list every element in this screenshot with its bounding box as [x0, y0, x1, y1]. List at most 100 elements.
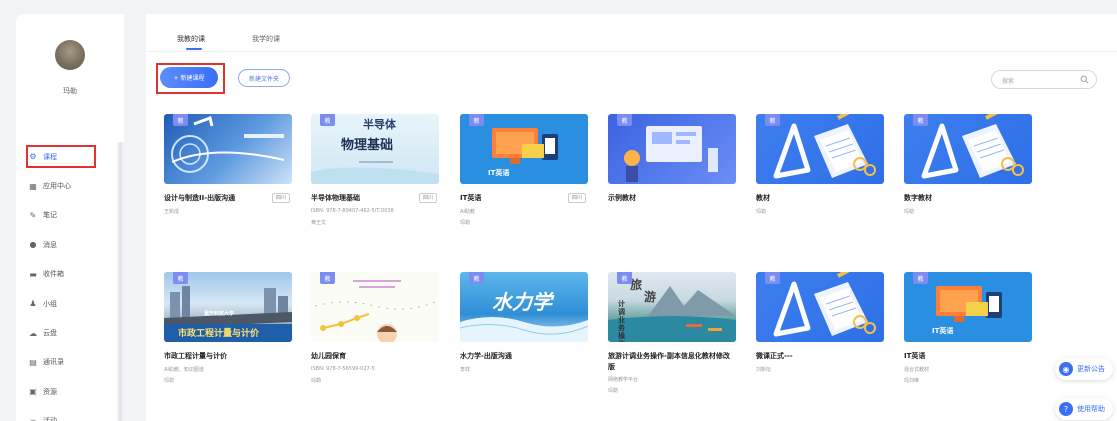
course-meta: AI助教	[460, 209, 475, 215]
sidebar-item[interactable]: ✎ 笔记	[16, 201, 124, 230]
course-card[interactable]: 教微课正式--- 刘新坛	[756, 272, 884, 373]
sidebar-scrollbar[interactable]	[117, 142, 124, 421]
teacher-tag: 教	[469, 272, 484, 284]
sidebar-item[interactable]: ● 消息	[16, 230, 124, 259]
sidebar-item-label: 收件箱	[43, 270, 64, 279]
sidebar-item-label: 活动	[43, 416, 57, 421]
course-title[interactable]: 幼儿园保育	[311, 351, 346, 362]
apps-icon: ▦	[29, 181, 37, 191]
teacher-tag: 教	[765, 114, 780, 126]
avatar[interactable]	[55, 40, 85, 70]
thumb-title: 水力学	[492, 290, 552, 314]
help-button[interactable]: ? 使用帮助	[1055, 398, 1113, 420]
course-title[interactable]: 半导体物理基础	[311, 193, 360, 204]
cloud-icon: ☁	[29, 328, 37, 338]
tab-learning[interactable]: 我学的课	[252, 34, 280, 44]
course-badge: 四川	[271, 193, 290, 203]
course-badge: 四川	[418, 193, 437, 203]
course-meta: AI助教、知识图谱	[164, 367, 204, 373]
course-card[interactable]: IT英语 教 IT英语混合式教材玛刘维	[904, 272, 1032, 384]
tab-active-indicator	[186, 48, 202, 50]
course-meta: 玛勒	[608, 388, 619, 394]
course-card[interactable]: 教设计与制造II-出版沟通 四川王新成	[164, 114, 292, 215]
search-placeholder: 搜索	[1002, 78, 1015, 85]
sidebar-item-label: 通讯录	[43, 358, 64, 367]
course-card[interactable]: IT英语教 IT英语 四川 AI助教 玛勒	[460, 114, 588, 226]
username: 玛勒	[63, 87, 77, 95]
sidebar-item-label: 云盘	[43, 329, 57, 338]
announcement-icon: ◉	[1059, 362, 1073, 376]
course-meta: 玛勒	[164, 378, 175, 384]
sidebar-item[interactable]: ≡ 活动	[16, 407, 124, 421]
teacher-tag: 教	[320, 272, 335, 284]
course-meta: 玛勒	[756, 209, 767, 215]
course-title[interactable]: 市政工程计量与计价	[164, 351, 227, 362]
pen-icon: ✎	[29, 210, 37, 220]
course-card[interactable]: 旅 游 计调业务操作教旅游计调业务操作-副本信息化教材修改版网络教学平台玛勒	[608, 272, 736, 394]
sidebar: 玛勒 ⚙课程 ▦ 应用中心 ✎ 笔记 ● 消息 ▬ 收件箱 ♟ 小组 ☁ 云盘 ▤ 通讯录 ▣ 资源 ≡ 活动	[16, 14, 124, 421]
course-card[interactable]: 教示例教材	[608, 114, 736, 202]
new-course-button[interactable]: + 新建课程	[160, 67, 218, 88]
help-icon: ?	[1059, 402, 1073, 416]
thumb-vertical-text: 计调业务操作	[618, 300, 625, 342]
group-icon: ♟	[29, 299, 37, 309]
course-meta: 王新成	[164, 209, 180, 215]
sidebar-item-label: 笔记	[43, 211, 57, 220]
course-meta: ISBN: 978-7-89407-462-5/T.D038	[311, 208, 394, 214]
course-card[interactable]: 教教材玛勒	[756, 114, 884, 215]
sidebar-item[interactable]: ▦ 应用中心	[16, 171, 124, 200]
main-panel: 我教的课 我学的课 + 新建课程 新建文件夹 搜索 教设计与制造II-出版沟通四…	[146, 14, 1117, 421]
course-title[interactable]: 数字教材	[904, 193, 932, 204]
tab-bar: 我教的课 我学的课	[146, 14, 1117, 52]
new-folder-button[interactable]: 新建文件夹	[238, 69, 290, 87]
course-meta: 混合式教材	[904, 367, 930, 373]
course-card[interactable]: 教数字教材 玛勒	[904, 114, 1032, 215]
inbox-icon: ▬	[29, 269, 37, 279]
course-title[interactable]: 教材	[756, 193, 770, 204]
sidebar-item[interactable]: ▣ 资源	[16, 377, 124, 406]
teacher-tag: 教	[173, 114, 188, 126]
course-title[interactable]: 微课正式---	[756, 351, 793, 362]
search-input[interactable]: 搜索	[991, 70, 1097, 89]
course-meta: 玛勒	[904, 209, 915, 215]
sidebar-scrollbar-thumb[interactable]	[119, 142, 122, 421]
sidebar-item[interactable]: ▬ 收件箱	[16, 260, 124, 289]
resource-icon: ▣	[29, 387, 37, 397]
sidebar-nav: ⚙课程 ▦ 应用中心 ✎ 笔记 ● 消息 ▬ 收件箱 ♟ 小组 ☁ 云盘 ▤ 通讯录 ▣ 资源 ≡ 活动	[16, 142, 124, 421]
teacher-tag: 教	[173, 272, 188, 284]
course-title[interactable]: IT英语	[904, 351, 925, 362]
course-card[interactable]: 教幼儿园保育 ISBN: 978-7-56599-027-5 玛勒	[311, 272, 439, 384]
course-title[interactable]: 示例教材	[608, 193, 636, 204]
sidebar-item[interactable]: ♟ 小组	[16, 289, 124, 318]
tab-teaching[interactable]: 我教的课	[177, 34, 205, 44]
teacher-tag: 教	[320, 114, 335, 126]
announcement-button[interactable]: ◉ 更新公告	[1055, 358, 1113, 380]
course-card[interactable]: 重庆科技大学 市政工程计量与计价 教市政工程计量与计价 AI助教、知识图谱 玛勒	[164, 272, 292, 384]
course-title[interactable]: 设计与制造II-出版沟通	[164, 193, 235, 204]
app-root: 玛勒 ⚙课程 ▦ 应用中心 ✎ 笔记 ● 消息 ▬ 收件箱 ♟ 小组 ☁ 云盘 ▤ 通讯录 ▣ 资源 ≡ 活动 我教…	[0, 0, 1117, 421]
course-title[interactable]: 水力学-出版沟通	[460, 351, 512, 362]
course-meta: 玛刘维	[904, 378, 920, 384]
sidebar-item[interactable]: ⚙ 课程	[16, 142, 124, 171]
thumb-char2: 游	[644, 290, 657, 304]
teacher-tag: 教	[765, 272, 780, 284]
teacher-tag: 教	[469, 114, 484, 126]
teacher-tag: 教	[617, 272, 632, 284]
course-meta: ISBN: 978-7-56599-027-5	[311, 366, 375, 372]
sidebar-item[interactable]: ▤ 通讯录	[16, 348, 124, 377]
sidebar-item[interactable]: ☁ 云盘	[16, 318, 124, 347]
teacher-tag: 教	[913, 272, 928, 284]
sidebar-item-label: 消息	[43, 240, 57, 249]
course-card[interactable]: 水力学教水力学-出版沟通 李祥	[460, 272, 588, 373]
bell-icon: ●	[29, 240, 37, 250]
search-icon[interactable]	[1080, 75, 1089, 84]
thumb-caption: IT英语	[488, 169, 510, 177]
teacher-tag: 教	[617, 114, 632, 126]
sidebar-item-label: 小组	[43, 299, 57, 308]
course-title[interactable]: 旅游计调业务操作-副本信息化教材修改版	[608, 351, 730, 373]
thumb-caption: IT英语	[932, 327, 954, 335]
thumb-school: 重庆科技大学	[204, 311, 235, 317]
course-title[interactable]: IT英语	[460, 193, 481, 204]
course-meta: 刘新坛	[756, 367, 772, 373]
course-card[interactable]: 半导体 物理基础 教半导体物理基础 四川 ISBN: 978-7-89407-462…	[311, 114, 439, 226]
